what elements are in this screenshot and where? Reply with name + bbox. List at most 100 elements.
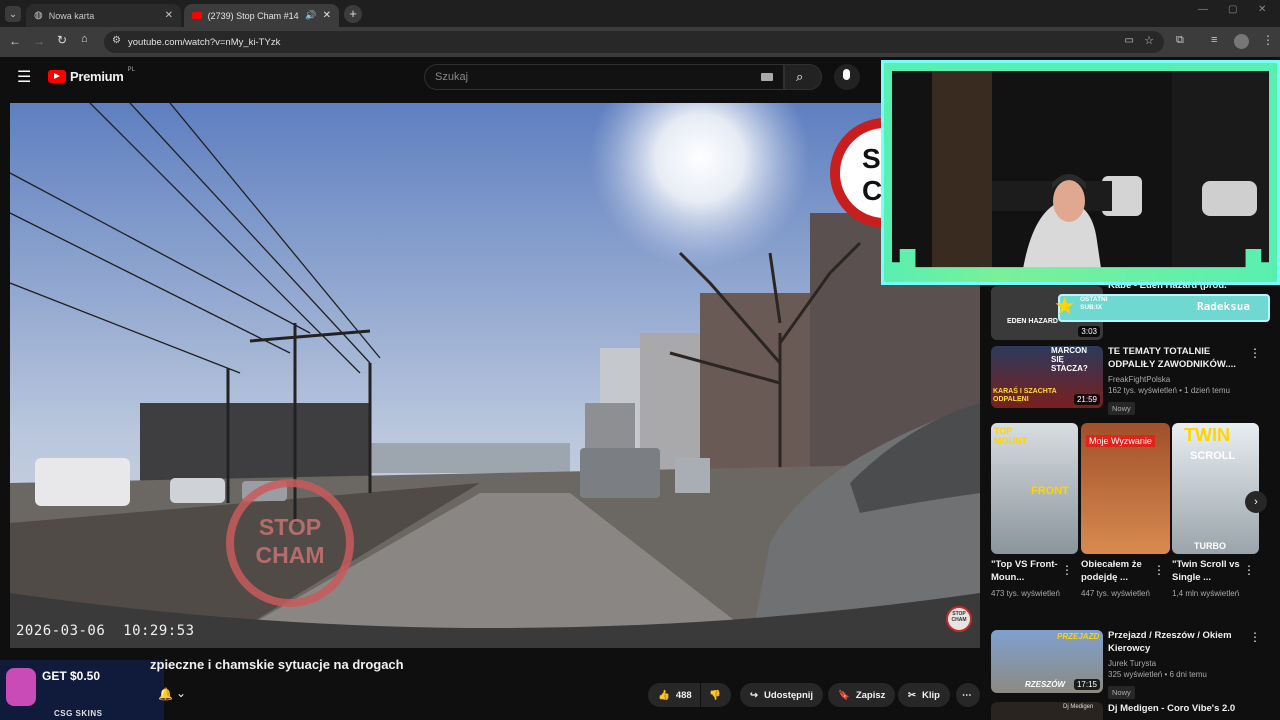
short-thumbnail-top-text: TWIN — [1184, 425, 1230, 445]
more-horizontal-icon: ⋯ — [962, 689, 972, 701]
video-player[interactable]: S C STOP CHAM STOP CHAM 2026-03-06 10:29… — [10, 103, 980, 648]
share-button[interactable]: ↪ Udostępnij — [740, 683, 824, 707]
chevron-down-icon[interactable]: ⌄ — [176, 686, 186, 700]
video-thumbnail: PRZEJAZD RZESZÓW 17:15 — [991, 630, 1103, 693]
browser-toolbar: ← → ↻ ⌂ ⚙ youtube.com/watch?v=nMy_ki-TYz… — [0, 27, 1280, 57]
ad-offer-text: GET $0.50 — [42, 669, 101, 683]
tab-new-tab[interactable]: ◍ Nowa karta ✕ — [26, 4, 181, 27]
minimize-icon[interactable]: — — [1198, 4, 1208, 15]
star-icon: ★ — [1054, 293, 1076, 320]
video-thumbnail: Dj Medigen — [991, 702, 1103, 720]
short-views: 1,4 mln wyświetleń — [1172, 589, 1240, 598]
webcam-feed — [892, 71, 1269, 275]
more-options-icon[interactable]: ⋮ — [1243, 563, 1255, 577]
clip-button[interactable]: ✂ Klip — [898, 683, 950, 707]
duration-badge: 17:15 — [1073, 679, 1100, 690]
video-title: zpieczne i chamskie sytuacje na drogach — [150, 657, 404, 672]
dislike-button[interactable]: 👎 — [701, 683, 731, 707]
video-title: Dj Medigen - Coro Vibe's 2.0 — [1108, 703, 1236, 714]
short-title[interactable]: "Top VS Front-Moun... — [991, 559, 1066, 584]
more-actions-button[interactable]: ⋯ — [956, 683, 980, 707]
bookmark-icon: 🔖 — [838, 689, 850, 701]
cast-icon[interactable]: ▭ — [1125, 35, 1134, 46]
reload-icon[interactable]: ↻ — [57, 33, 67, 47]
window-close-icon[interactable]: ✕ — [1258, 4, 1266, 15]
video-thumbnail: MARCON SIĘ STACZA? KARAŚ I SZACHTA ODPAL… — [991, 346, 1103, 408]
voice-search-button[interactable] — [834, 64, 860, 90]
list-item[interactable]: PRZEJAZD RZESZÓW 17:15 Przejazd / Rzeszó… — [991, 630, 1271, 699]
dashcam-timestamp: 2026-03-06 10:29:53 — [16, 623, 195, 639]
share-icon: ↪ — [750, 689, 758, 701]
extensions-icon[interactable]: ⧉ — [1176, 34, 1184, 47]
youtube-logo[interactable]: Premium PL — [48, 66, 135, 84]
new-badge: Nowy — [1108, 686, 1135, 699]
tab-list-menu-icon[interactable]: ⌄ — [5, 6, 21, 22]
video-meta: 325 wyświetleń • 6 dni temu — [1108, 670, 1207, 679]
short-views: 473 tys. wyświetleń — [991, 589, 1060, 598]
sign-text-top: S — [862, 143, 881, 174]
list-item[interactable]: MARCON SIĘ STACZA? KARAŚ I SZACHTA ODPAL… — [991, 346, 1271, 416]
thumbnail-top-text: PRZEJAZD — [1057, 632, 1100, 641]
more-options-icon[interactable]: ⋮ — [1061, 563, 1073, 577]
stop-cham-watermark: STOP CHAM — [238, 513, 342, 569]
search-input[interactable]: Szukaj — [424, 64, 784, 90]
thumbnail-text: EDEN HAZARD — [1007, 318, 1058, 325]
keyboard-icon[interactable] — [761, 73, 773, 81]
maximize-icon[interactable]: ▢ — [1228, 4, 1237, 15]
search-button[interactable]: ⌕ — [784, 64, 822, 90]
search-placeholder: Szukaj — [435, 71, 469, 83]
forward-icon[interactable]: → — [33, 34, 45, 48]
short-thumbnail[interactable]: Moje Wyzwanie — [1081, 423, 1170, 554]
sign-text-bottom: C — [862, 175, 883, 206]
like-button[interactable]: 👍 488 — [648, 683, 700, 707]
short-title[interactable]: "Twin Scroll vs Single ... — [1172, 559, 1242, 584]
webcam-scene — [892, 71, 1269, 275]
chrome-menu-icon[interactable]: ⋮ — [1262, 33, 1274, 47]
watermark-bottom-text: CHAM — [255, 542, 325, 568]
url-text: youtube.com/watch?v=nMy_ki-TYzk — [128, 36, 281, 48]
new-tab-button[interactable]: + — [344, 5, 362, 23]
url-field[interactable]: ⚙ youtube.com/watch?v=nMy_ki-TYzk ▭ ☆ — [104, 31, 1164, 53]
video-frame — [10, 103, 980, 648]
short-thumbnail-bottom-text: FRONT — [1031, 485, 1069, 497]
shelf-next-button[interactable]: › — [1245, 491, 1267, 513]
thumbnail-top-text: MARCON SIĘ STACZA? — [1051, 346, 1088, 373]
alert-badge: OSTATNI SUB:IX — [1080, 296, 1108, 312]
watermark-top-text: STOP — [258, 514, 322, 540]
profile-avatar[interactable] — [1234, 34, 1249, 49]
globe-icon: ◍ — [34, 10, 43, 21]
more-options-icon[interactable]: ⋮ — [1249, 346, 1261, 360]
list-item[interactable]: Dj Medigen Dj Medigen - Coro Vibe's 2.0 — [991, 702, 1271, 720]
channel-name[interactable]: FreakFightPolska — [1108, 374, 1248, 385]
more-options-icon[interactable]: ⋮ — [1153, 563, 1165, 577]
site-info-icon[interactable]: ⚙ — [112, 35, 121, 46]
tab-close-icon[interactable]: ✕ — [165, 10, 173, 21]
video-title: TE TEMATY TOTALNIE ODPALIŁY ZAWODNIKÓW..… — [1108, 346, 1236, 370]
short-title[interactable]: Obiecałem że podejdę ... — [1081, 559, 1156, 584]
tab-youtube[interactable]: (2739) Stop Cham #1427 - 🔊 ✕ — [184, 4, 339, 27]
tab-close-icon[interactable]: ✕ — [323, 10, 331, 21]
speaker-icon[interactable]: 🔊 — [305, 10, 316, 21]
save-button[interactable]: 🔖 Zapisz — [828, 683, 896, 707]
short-thumbnail[interactable]: TOP MOUNT FRONT — [991, 423, 1078, 554]
home-icon[interactable]: ⌂ — [81, 33, 88, 45]
youtube-favicon-icon — [192, 12, 202, 19]
channel-name[interactable]: Jurek Turysta — [1108, 658, 1248, 669]
corner-logo-bottom-text: CHAM — [951, 617, 967, 623]
save-label: Zapisz — [855, 689, 886, 701]
video-meta: 162 tys. wyświetleń • 1 dzień temu — [1108, 386, 1230, 395]
subscribe-bell-icon[interactable]: 🔔 — [158, 687, 173, 701]
bookmark-star-icon[interactable]: ☆ — [1144, 34, 1154, 47]
channel-corner-logo: STOP CHAM — [947, 611, 971, 623]
back-icon[interactable]: ← — [9, 34, 21, 48]
tab-label: Nowa karta — [48, 10, 95, 21]
scissors-icon: ✂ — [908, 689, 916, 701]
more-options-icon[interactable]: ⋮ — [1249, 630, 1261, 644]
alert-badge-line1: OSTATNI — [1080, 296, 1108, 303]
region-code: PL — [127, 66, 135, 73]
reading-list-icon[interactable]: ≡ — [1211, 34, 1217, 46]
short-thumbnail[interactable]: TWIN SCROLL TURBO — [1172, 423, 1259, 554]
hamburger-menu-icon[interactable]: ☰ — [17, 67, 31, 87]
search-icon: ⌕ — [796, 69, 804, 84]
csgo-skins-ad[interactable]: GET $0.50 CSG SKINS — [0, 660, 164, 720]
